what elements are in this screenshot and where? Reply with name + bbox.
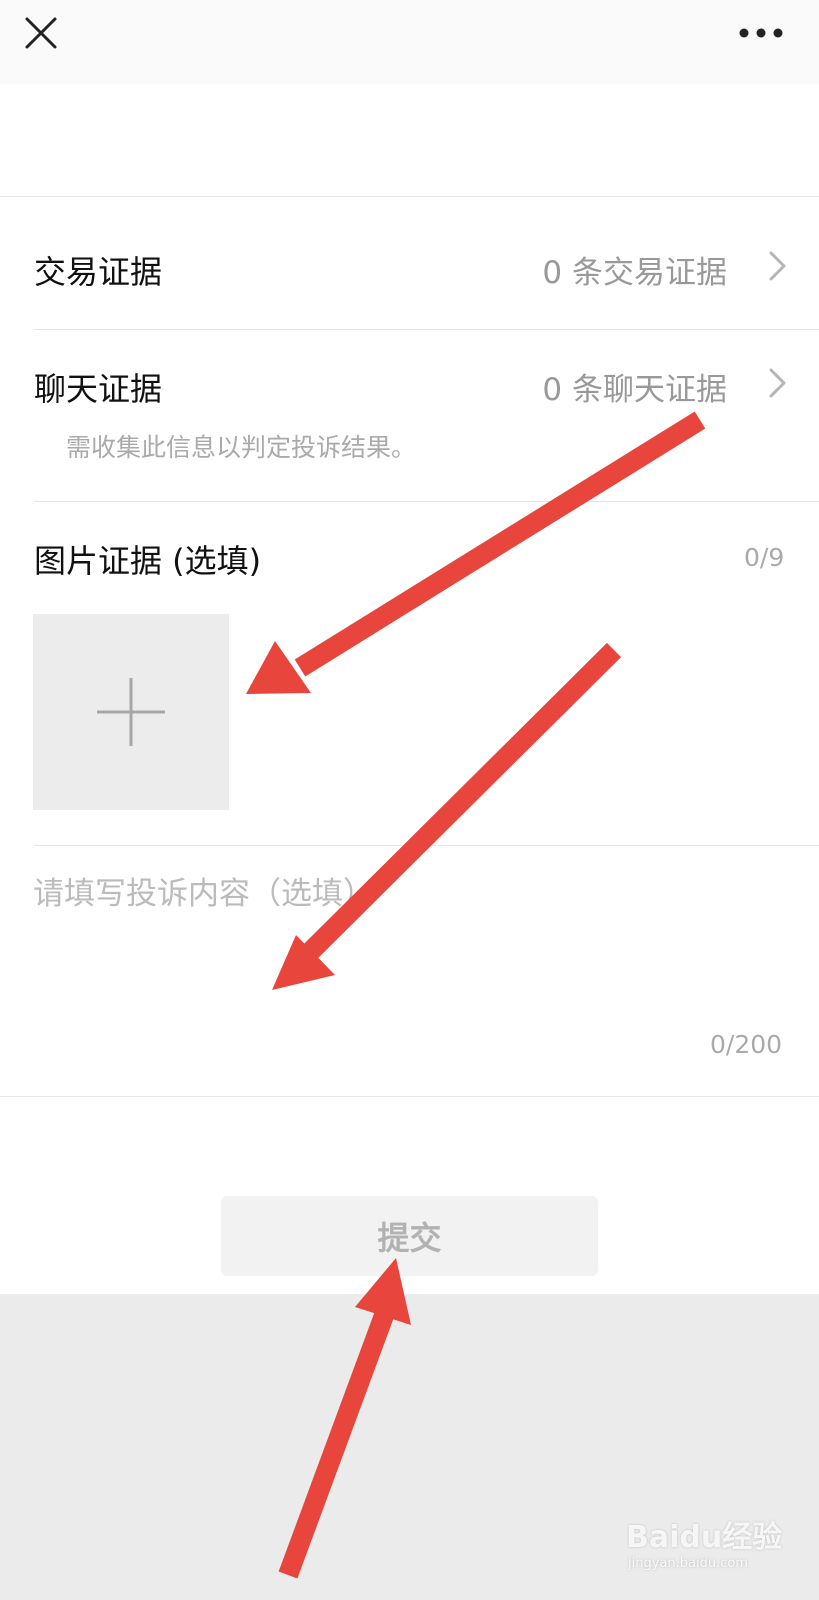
more-options-button[interactable]	[736, 20, 786, 46]
form-bottom-divider	[0, 1096, 819, 1097]
header-spacer	[0, 84, 819, 197]
complaint-char-count: 0/200	[710, 1030, 783, 1059]
transaction-evidence-label: 交易证据	[34, 253, 163, 291]
complaint-content-input[interactable]	[33, 868, 788, 1018]
watermark-url: jingyan.baidu.com	[628, 1556, 748, 1571]
chat-evidence-hint: 需收集此信息以判定投诉结果。	[66, 433, 417, 462]
top-navigation-bar	[0, 0, 819, 84]
close-icon	[25, 17, 57, 49]
divider	[34, 845, 819, 846]
more-horizontal-icon	[739, 28, 783, 38]
chevron-right-icon	[769, 368, 786, 398]
plus-icon	[97, 678, 165, 746]
add-photo-button[interactable]	[33, 614, 229, 810]
photo-evidence-label: 图片证据 (选填)	[34, 542, 262, 580]
photo-count: 0/9	[744, 543, 785, 572]
baidu-jingyan-watermark: Baidu经验 jingyan.baidu.com	[626, 1512, 782, 1584]
transaction-evidence-count: 0 条交易证据	[542, 255, 727, 291]
chat-evidence-label: 聊天证据	[34, 370, 163, 408]
chat-evidence-row[interactable]: 聊天证据 0 条聊天证据	[34, 330, 819, 410]
close-button[interactable]	[20, 12, 62, 54]
transaction-evidence-row[interactable]: 交易证据 0 条交易证据	[34, 197, 819, 329]
chevron-right-icon	[769, 251, 786, 281]
chat-evidence-count: 0 条聊天证据	[542, 372, 727, 408]
submit-button[interactable]: 提交	[221, 1196, 598, 1276]
watermark-logo: Baidu经验	[626, 1520, 783, 1555]
divider	[34, 501, 819, 502]
